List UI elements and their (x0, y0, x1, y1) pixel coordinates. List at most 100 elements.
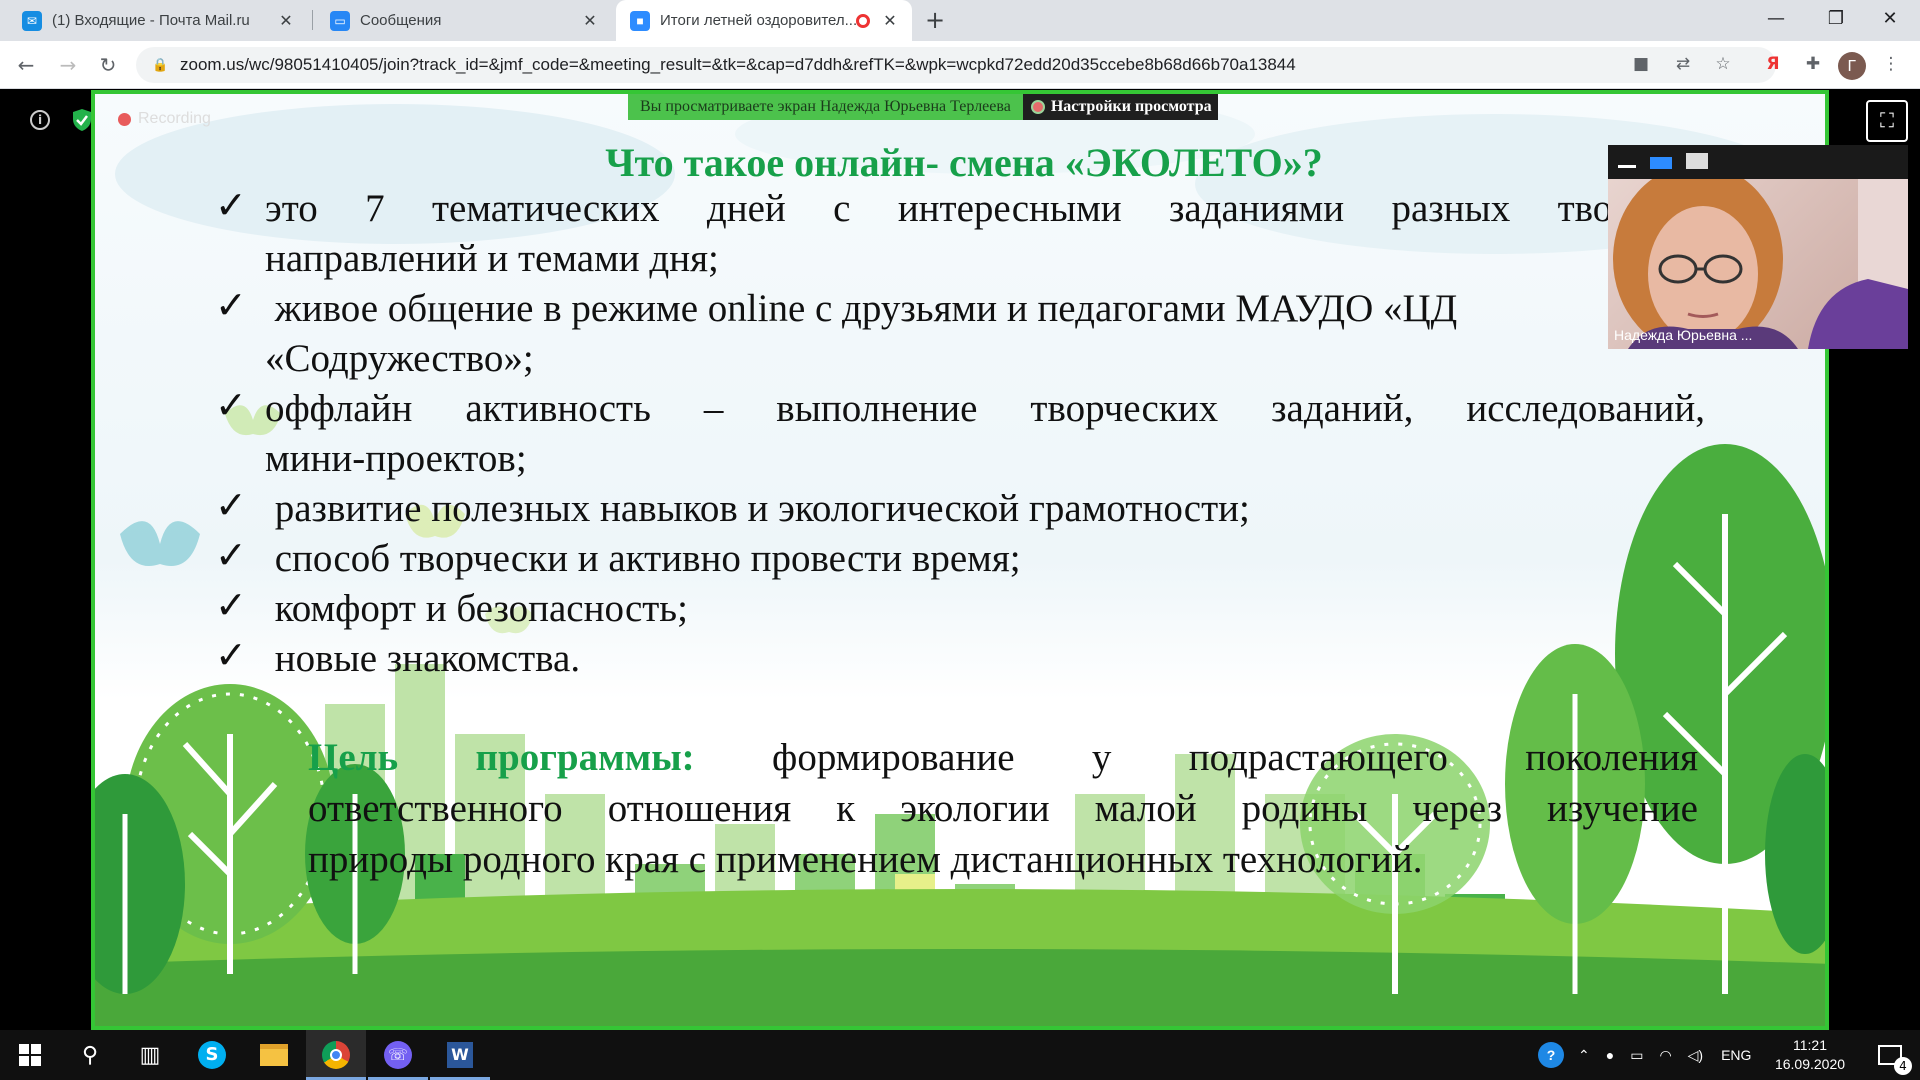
bullet-text: оффлайн активность – выполнение творческ… (265, 387, 1705, 430)
share-notice-text: Вы просматриваете экран Надежда Юрьевна … (628, 94, 1023, 120)
skype-icon[interactable]: S (182, 1030, 242, 1080)
system-clock[interactable]: 11:21 16.09.2020 (1760, 1036, 1860, 1074)
video-tile-controls (1608, 145, 1908, 179)
search-icon[interactable]: ⚲ (60, 1030, 120, 1080)
menu-icon[interactable]: ⋮ (1876, 49, 1906, 79)
address-bar[interactable]: 🔒 zoom.us/wc/98051410405/join?track_id=&… (136, 47, 1776, 83)
yandex-icon[interactable]: Я (1758, 49, 1788, 79)
translate-icon[interactable]: ⇄ (1668, 49, 1698, 79)
bookmark-star-icon[interactable]: ☆ (1708, 49, 1738, 79)
bullet-text: способ творчески и активно провести врем… (265, 537, 1021, 580)
chevron-up-icon[interactable]: ⌃ (1578, 1047, 1590, 1064)
minimize-button[interactable]: — (1746, 0, 1806, 41)
reload-button[interactable]: ↻ (92, 49, 124, 81)
view-options-icon (1030, 100, 1045, 114)
shield-icon[interactable] (72, 108, 92, 132)
bullet-text: это 7 тематических дней с интересными за… (265, 187, 1705, 230)
recording-dot-icon (118, 112, 131, 126)
program-goal-paragraph: Цель программы: формирование у подрастаю… (308, 732, 1698, 885)
bullet-item: ✓ новые знакомства. (215, 633, 1705, 684)
profile-avatar[interactable]: Г (1838, 52, 1866, 80)
windows-logo-icon (19, 1044, 41, 1066)
goal-line: природы родного края с применением диста… (308, 838, 1423, 881)
chrome-icon[interactable] (306, 1030, 366, 1080)
back-button[interactable]: ← (10, 49, 42, 81)
tab-mail[interactable]: ✉ (1) Входящие - Почта Mail.ru ✕ (8, 0, 308, 41)
viber-icon[interactable]: ☏ (368, 1030, 428, 1080)
checkmark-icon: ✓ (215, 583, 247, 627)
slide-bullet-list: ✓ это 7 тематических дней с интересными … (215, 183, 1705, 684)
tab-title: (1) Входящие - Почта Mail.ru (52, 12, 250, 29)
browser-tab-bar: ✉ (1) Входящие - Почта Mail.ru ✕ ▭ Сообщ… (0, 0, 1920, 41)
start-button[interactable] (0, 1030, 60, 1080)
recording-indicator-icon (856, 13, 870, 28)
bullet-item: ✓ развитие полезных навыков и экологичес… (215, 483, 1705, 534)
clock-time: 11:21 (1793, 1037, 1827, 1053)
lock-icon: 🔒 (152, 57, 169, 73)
bullet-item: ✓ это 7 тематических дней с интересными … (215, 183, 1705, 284)
notifications-button[interactable]: 4 (1860, 1030, 1920, 1080)
minimize-video-icon[interactable] (1618, 165, 1636, 168)
goal-line: ответственного отношения к экологии мало… (308, 787, 1698, 830)
mail-icon: ✉ (22, 10, 42, 31)
fullscreen-button[interactable]: ⛶ (1866, 100, 1908, 142)
wifi-icon[interactable]: ◠ (1659, 1047, 1671, 1064)
browser-toolbar: ← → ↻ 🔒 zoom.us/wc/98051410405/join?trac… (0, 41, 1920, 89)
task-view-icon[interactable]: ▥ (120, 1030, 180, 1080)
screen-share-banner: Вы просматриваете экран Надежда Юрьевна … (628, 94, 1218, 120)
bullet-text: «Содружество»; (265, 337, 534, 380)
bullet-text: комфорт и безопасность; (265, 587, 688, 630)
file-explorer-icon[interactable] (244, 1030, 304, 1080)
system-tray: ? ⌃ ● ▭ ◠ ◁) ENG (1538, 1030, 1751, 1080)
zoom-icon: ■ (630, 10, 650, 31)
checkmark-icon: ✓ (215, 383, 247, 427)
goal-label: Цель программы: (308, 736, 695, 779)
recording-status: Recording (118, 110, 211, 128)
language-indicator[interactable]: ENG (1721, 1047, 1751, 1063)
participant-video-tile[interactable]: Надежда Юрьевна ... (1608, 145, 1908, 349)
extensions-icon[interactable]: ✚ (1798, 49, 1828, 79)
tab-messages[interactable]: ▭ Сообщения ✕ (316, 0, 612, 41)
clock-date: 16.09.2020 (1774, 1056, 1846, 1072)
bullet-item: ✓ оффлайн активность – выполнение творче… (215, 383, 1705, 484)
battery-icon[interactable]: ▭ (1630, 1047, 1643, 1064)
tab-zoom-active[interactable]: ■ Итоги летней оздоровител... ✕ (616, 0, 912, 41)
restore-button[interactable]: ❐ (1806, 0, 1866, 41)
view-options-button[interactable]: Настройки просмотра (1022, 94, 1218, 120)
bullet-text: новые знакомства. (265, 637, 581, 680)
close-icon[interactable]: ✕ (580, 11, 600, 31)
checkmark-icon: ✓ (215, 633, 247, 677)
tab-separator (312, 10, 313, 30)
forward-button[interactable]: → (52, 49, 84, 81)
bullet-text: мини-проектов; (265, 437, 527, 480)
close-window-button[interactable]: ✕ (1860, 0, 1920, 41)
goal-line: Цель программы: формирование у подрастаю… (308, 732, 1698, 783)
checkmark-icon: ✓ (215, 483, 247, 527)
help-icon[interactable]: ? (1538, 1042, 1564, 1068)
windows-taskbar: ⚲ ▥ S ☏ W ? ⌃ ● ▭ ◠ ◁) ENG 11:21 16.09.2… (0, 1030, 1920, 1080)
bullet-text: направлений и темами дня; (265, 237, 719, 280)
zoom-meeting-area: i Recording Вы просматриваете экран Наде… (0, 90, 1920, 1030)
volume-icon[interactable]: ◁) (1688, 1047, 1703, 1064)
info-icon[interactable]: i (30, 110, 50, 130)
close-icon[interactable]: ✕ (276, 11, 296, 31)
gallery-view-icon[interactable] (1686, 153, 1708, 169)
participant-portrait (1613, 179, 1908, 349)
url-text: zoom.us/wc/98051410405/join?track_id=&jm… (180, 55, 1296, 74)
microphone-icon[interactable]: ● (1606, 1047, 1614, 1063)
bullet-text: живое общение в режиме online с друзьями… (265, 287, 1458, 330)
bullet-item: ✓ способ творчески и активно провести вр… (215, 533, 1705, 584)
participant-name-label: Надежда Юрьевна ... (1614, 327, 1753, 343)
tab-title: Сообщения (360, 12, 442, 29)
notification-icon: 4 (1878, 1045, 1912, 1075)
participant-camera-feed: Надежда Юрьевна ... (1608, 179, 1908, 349)
close-icon[interactable]: ✕ (880, 11, 900, 31)
word-icon[interactable]: W (430, 1030, 490, 1080)
messages-icon: ▭ (330, 10, 350, 31)
new-tab-button[interactable]: + (920, 6, 950, 36)
active-speaker-view-icon[interactable] (1650, 157, 1672, 169)
slide-title: Что такое онлайн- смена «ЭКОЛЕТО»? (605, 140, 1323, 185)
view-options-label: Настройки просмотра (1050, 98, 1212, 115)
camera-icon[interactable]: ■ (1626, 49, 1656, 79)
checkmark-icon: ✓ (215, 283, 247, 327)
